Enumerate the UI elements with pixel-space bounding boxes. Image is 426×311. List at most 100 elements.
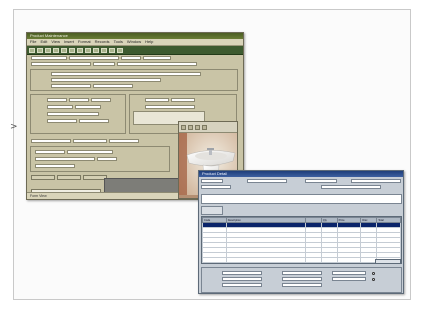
min-stock-field[interactable]	[171, 98, 195, 102]
table-cell[interactable]	[336, 257, 362, 263]
option-field[interactable]	[35, 150, 65, 154]
cut-icon[interactable]	[53, 47, 59, 53]
menu-item-records[interactable]: Records	[95, 39, 110, 45]
cost-field[interactable]	[47, 98, 67, 102]
save-icon[interactable]	[37, 47, 43, 53]
load-image-icon[interactable]	[202, 124, 207, 130]
field-row	[31, 62, 197, 66]
header-fields	[201, 179, 401, 193]
unit-field[interactable]	[93, 62, 115, 66]
print-icon[interactable]	[45, 47, 51, 53]
copy-icon[interactable]	[61, 47, 67, 53]
origin-field[interactable]	[31, 139, 71, 143]
customer-field[interactable]	[351, 179, 401, 183]
supplier-field[interactable]	[117, 62, 197, 66]
menu-item-tools[interactable]: Tools	[114, 39, 123, 45]
field-row	[51, 72, 201, 76]
window-title-bar[interactable]: Product Detail	[199, 171, 403, 177]
items-table[interactable]: Code Description Qty Price Disc Total	[201, 216, 402, 264]
freight-field[interactable]	[282, 283, 322, 287]
model-field[interactable]	[73, 139, 107, 143]
field-row	[145, 105, 195, 109]
discount-field[interactable]	[75, 105, 101, 109]
volume-field[interactable]	[79, 119, 109, 123]
ref-field[interactable]	[201, 185, 231, 189]
notes-memo[interactable]	[201, 194, 402, 204]
option-field[interactable]	[35, 157, 95, 161]
field-row	[31, 56, 171, 60]
help-icon[interactable]	[117, 47, 123, 53]
undo-icon[interactable]	[77, 47, 83, 53]
option-field[interactable]	[97, 157, 117, 161]
zoom-in-icon[interactable]	[181, 124, 186, 130]
field-row	[47, 105, 101, 109]
table-cell[interactable]	[225, 257, 306, 263]
group-field[interactable]	[143, 56, 171, 60]
field-row	[51, 78, 161, 82]
alt-name-field[interactable]	[51, 78, 161, 82]
zoom-out-icon[interactable]	[188, 124, 193, 130]
stock-field[interactable]	[145, 98, 169, 102]
option-field[interactable]	[35, 164, 75, 168]
radio-option[interactable]	[372, 272, 375, 275]
table-row[interactable]	[202, 257, 401, 263]
edge-arrow-mark: >	[10, 122, 18, 132]
subtotal-field[interactable]	[222, 271, 262, 275]
sort-icon[interactable]	[85, 47, 91, 53]
barcode-field[interactable]	[47, 112, 99, 116]
tax-field[interactable]	[222, 283, 262, 287]
table-cell[interactable]	[320, 257, 338, 263]
find-icon[interactable]	[101, 47, 107, 53]
menu-item-file[interactable]: File	[30, 39, 36, 45]
net-field[interactable]	[282, 271, 322, 275]
menu-item-help[interactable]: Help	[145, 39, 153, 45]
menu-item-format[interactable]: Format	[78, 39, 91, 45]
paid-field[interactable]	[332, 277, 366, 281]
brand-field[interactable]	[93, 84, 133, 88]
menu-item-insert[interactable]: Insert	[64, 39, 74, 45]
radio-option[interactable]	[372, 278, 375, 281]
margin-field[interactable]	[91, 98, 111, 102]
agent-field[interactable]	[321, 185, 381, 189]
long-name-field[interactable]	[51, 72, 201, 76]
field-row	[35, 150, 113, 154]
option-field[interactable]	[67, 150, 113, 154]
menu-item-view[interactable]: View	[51, 39, 60, 45]
menu-item-window[interactable]: Window	[127, 39, 141, 45]
form-button[interactable]	[31, 175, 55, 180]
totals-panel	[201, 267, 402, 293]
lookup-box[interactable]	[201, 206, 223, 215]
vat-total-field[interactable]	[282, 277, 322, 281]
form-button[interactable]	[57, 175, 81, 180]
doc-number-field[interactable]	[247, 179, 287, 183]
type-field[interactable]	[121, 56, 141, 60]
product-detail-window[interactable]: Product Detail Code Description Qty Pric…	[198, 170, 404, 294]
menu-bar: File Edit View Insert Format Records Too…	[27, 39, 243, 46]
name-field[interactable]	[69, 56, 119, 60]
discount-total-field[interactable]	[222, 277, 262, 281]
delete-icon[interactable]	[109, 47, 115, 53]
paste-icon[interactable]	[69, 47, 75, 53]
photo-toolbar	[179, 122, 237, 133]
location-field[interactable]	[145, 105, 195, 109]
field-row	[51, 84, 133, 88]
category-field[interactable]	[51, 84, 91, 88]
vat-field[interactable]	[47, 105, 73, 109]
table-cell[interactable]	[202, 257, 227, 263]
menu-item-edit[interactable]: Edit	[40, 39, 47, 45]
description-field[interactable]	[31, 62, 91, 66]
code-field[interactable]	[31, 56, 67, 60]
color-field[interactable]	[109, 139, 139, 143]
field-row	[35, 157, 117, 161]
price-field[interactable]	[69, 98, 89, 102]
weight-field[interactable]	[47, 119, 77, 123]
table-cell[interactable]	[304, 257, 322, 263]
add-line-button[interactable]	[375, 259, 401, 264]
doc-type-field[interactable]	[201, 179, 223, 183]
grand-total-field[interactable]	[332, 271, 366, 275]
date-field[interactable]	[305, 179, 337, 183]
filter-icon[interactable]	[93, 47, 99, 53]
field-row	[35, 164, 75, 168]
new-record-icon[interactable]	[29, 47, 35, 53]
rotate-icon[interactable]	[195, 124, 200, 130]
